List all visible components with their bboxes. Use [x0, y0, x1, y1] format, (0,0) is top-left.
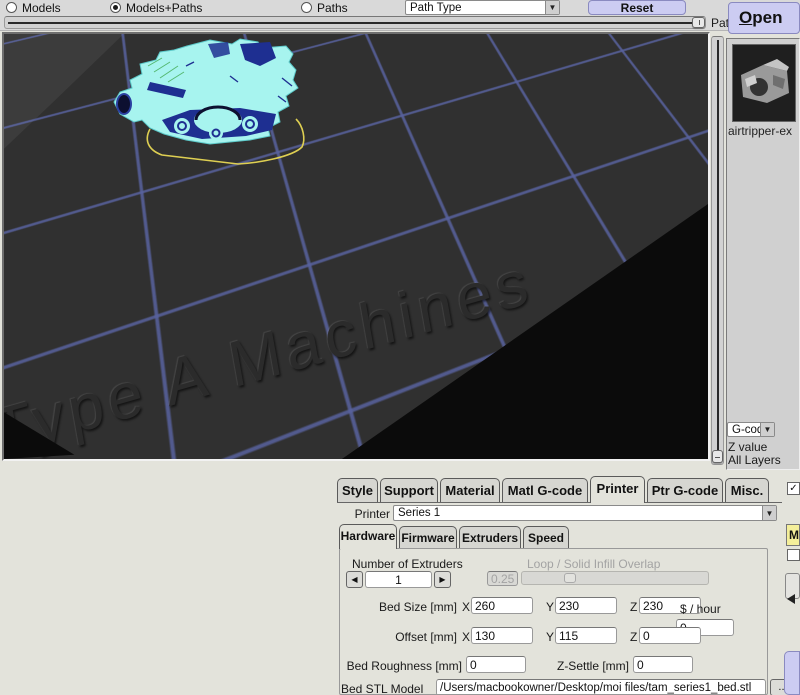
top-toolbar: Models Models+Paths Paths Path Type ▼ Re… [0, 0, 800, 31]
model-airtripper[interactable] [90, 36, 316, 168]
radio-paths-label: Paths [317, 1, 348, 15]
open-button[interactable]: Open [728, 2, 800, 34]
z-value-label: Z value [728, 440, 767, 454]
chevron-down-icon[interactable]: ▼ [760, 423, 774, 436]
subtab-extruders[interactable]: Extruders [459, 526, 521, 549]
chevron-down-icon[interactable]: ▼ [545, 1, 559, 14]
model-handle-hole [117, 94, 131, 114]
path-type-value: Path Type [406, 2, 545, 14]
hardware-groupbox [339, 548, 768, 695]
subtab-firmware[interactable]: Firmware [399, 526, 457, 549]
radio-icon[interactable] [6, 2, 17, 13]
model-thumbnail[interactable] [732, 44, 796, 122]
left-arrow-icon[interactable] [787, 594, 795, 604]
z-value-slider[interactable] [711, 36, 724, 465]
edge-button-cutoff[interactable] [784, 651, 800, 695]
path-percent-slider[interactable] [4, 16, 706, 29]
printer-select-value: Series 1 [394, 507, 762, 519]
printer-label: Printer [352, 507, 390, 521]
radio-models-paths-label: Models+Paths [126, 1, 202, 15]
radio-selected-icon[interactable] [110, 2, 121, 13]
tab-material[interactable]: Material [440, 478, 500, 503]
radio-models[interactable]: Models [6, 1, 61, 14]
tab-divider [337, 502, 782, 503]
edge-checkbox-checked[interactable]: ✓ [787, 482, 800, 495]
edge-checkbox-empty[interactable] [787, 549, 800, 561]
chevron-down-icon[interactable]: ▼ [762, 506, 776, 520]
tab-ptr-gcode[interactable]: Ptr G-code [647, 478, 723, 503]
thumbnail-image [733, 45, 795, 121]
all-layers-label: All Layers [728, 453, 781, 467]
path-type-select[interactable]: Path Type ▼ [405, 0, 560, 15]
radio-models-paths[interactable]: Models+Paths [110, 1, 202, 14]
tab-printer[interactable]: Printer [590, 476, 645, 503]
gcode-select-value: G-code [728, 424, 760, 436]
3d-viewport[interactable]: Type A Machines [2, 32, 710, 461]
gcode-select[interactable]: G-code ▼ [727, 422, 775, 437]
handle-grip [715, 457, 720, 458]
reset-button[interactable]: Reset [588, 0, 686, 15]
slider-track-line [8, 22, 702, 24]
subtab-hardware[interactable]: Hardware [339, 524, 397, 549]
handle-grip [699, 20, 700, 25]
subtab-speed[interactable]: Speed [523, 526, 569, 549]
3d-scene: Type A Machines [4, 34, 708, 459]
printer-select[interactable]: Series 1 ▼ [393, 505, 777, 521]
model-thumbnail-caption: airtripper-ex [728, 124, 800, 138]
tab-support[interactable]: Support [380, 478, 438, 503]
radio-icon[interactable] [301, 2, 312, 13]
z-value-slider-handle[interactable] [712, 450, 723, 463]
path-percent-slider-handle[interactable] [692, 17, 705, 28]
tab-misc[interactable]: Misc. [725, 478, 769, 503]
tab-style[interactable]: Style [337, 478, 378, 503]
slider-track-line [717, 40, 719, 461]
tab-matl-gcode[interactable]: Matl G-code [502, 478, 588, 503]
edge-m-field[interactable]: M [786, 524, 800, 546]
radio-models-label: Models [22, 1, 61, 15]
radio-paths[interactable]: Paths [301, 1, 348, 14]
